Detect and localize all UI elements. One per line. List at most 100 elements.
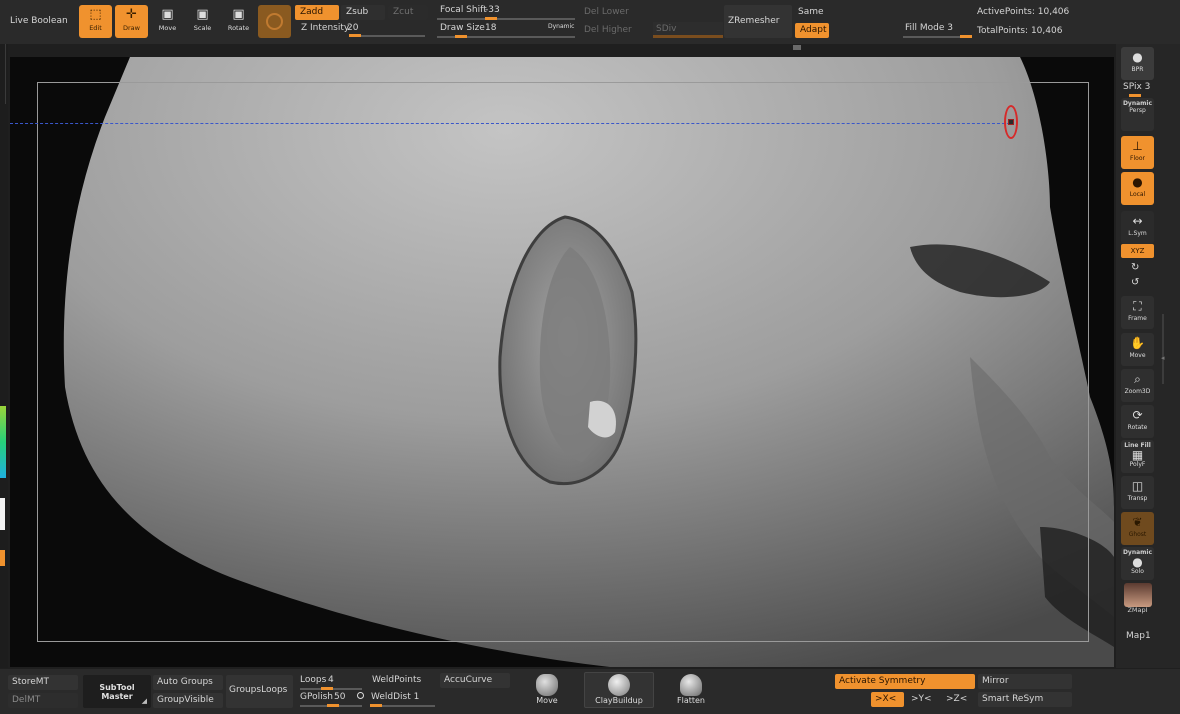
gpolish-value: 50 [334,692,346,702]
auto-groups-button[interactable]: Auto Groups [153,675,223,690]
zsub-button[interactable]: Zsub [341,5,385,20]
focal-shift-knob[interactable] [485,17,497,20]
left-tray [0,44,8,668]
flatten-brush-label: Flatten [677,696,705,705]
weld-dist-slider[interactable]: WeldDist 1 [368,690,438,707]
persp-dynamic-label: Dynamic [1122,100,1153,107]
axis-z-button[interactable]: >Z< [942,692,975,707]
sdiv-slider[interactable]: SDiv [653,22,723,38]
rotate-icon: ▣ [232,7,245,22]
xyz-button[interactable]: XYZ [1121,244,1154,258]
zcut-button[interactable]: Zcut [388,5,428,20]
subtool-master-corner-icon: ◢ [141,697,147,705]
move-icon: ▣ [161,7,174,22]
solo-button[interactable]: Dynamic ● Solo [1121,547,1154,580]
draw-size-knob[interactable] [455,35,467,38]
zoom3d-button[interactable]: ⌕ Zoom3D [1121,369,1154,402]
move-button[interactable]: ▣ Move [151,5,184,38]
del-lower-button[interactable]: Del Lower [584,7,629,17]
rotate-axis-alt-icon[interactable]: ↺ [1131,277,1139,288]
zremesher-label: ZRemesher [728,16,780,26]
scale-label: Scale [193,24,212,32]
axis-x-button[interactable]: >X< [871,692,904,707]
same-button[interactable]: Same [798,7,824,17]
move-brush-button[interactable]: Move [524,671,570,711]
move-brush-icon [536,674,558,696]
edit-button[interactable]: ⬚ Edit [79,5,112,38]
gpolish-slider[interactable]: GPolish 50 [297,690,367,707]
groups-loops-button[interactable]: GroupsLoops [226,675,293,708]
fill-mode-knob[interactable] [960,35,972,38]
frame-icon: ⛶ [1133,299,1142,313]
lsym-button[interactable]: ↔ L.Sym [1121,211,1154,244]
spix-knob[interactable] [1129,94,1141,97]
delmt-button[interactable]: DelMT [8,693,78,708]
color-picker-strip[interactable] [0,406,6,478]
fill-mode-slider[interactable]: Fill Mode 3 [905,23,953,33]
smart-resym-button[interactable]: Smart ReSym [978,692,1072,707]
zmapper-thumbnail[interactable] [1124,583,1152,607]
main-color-swatch[interactable] [0,498,5,530]
zadd-button[interactable]: Zadd [295,5,339,20]
toolbar-scroll-handle[interactable] [793,45,801,50]
weld-points-button[interactable]: WeldPoints [368,673,436,688]
storemt-button[interactable]: StoreMT [8,675,78,690]
dynamic-toggle[interactable]: Dynamic [548,23,574,30]
groups-loops-label: GroupsLoops [229,685,288,695]
flatten-brush-button[interactable]: Flatten [668,671,714,711]
scale-button[interactable]: ▣ Scale [186,5,219,38]
subtool-master-button[interactable]: SubTool Master ◢ [83,675,151,708]
canvas-viewport[interactable] [10,57,1114,667]
focal-shift-value: -33 [485,5,500,15]
shelf-scrollbar[interactable] [1162,314,1164,384]
z-intensity-knob[interactable] [349,34,361,37]
group-visible-button[interactable]: GroupVisible [153,693,223,708]
bpr-button[interactable]: ● BPR [1121,47,1154,80]
map1-button[interactable]: Map1 [1126,631,1151,641]
sdiv-label: SDiv [656,24,677,34]
rotate-view-icon: ⟳ [1132,408,1143,422]
loops-slider[interactable]: Loops 4 [297,673,365,690]
rotate-label: Rotate [227,24,250,32]
draw-button[interactable]: ✛ Draw [115,5,148,38]
collapse-arrow-icon[interactable]: ◂ [1161,354,1165,362]
accucurve-button[interactable]: AccuCurve [440,673,510,688]
persp-button[interactable]: Dynamic Persp [1121,98,1154,131]
local-label: Local [1129,191,1146,198]
draw-size-slider[interactable]: Draw Size 18 Dynamic [437,22,577,38]
del-higher-button[interactable]: Del Higher [584,25,632,35]
axis-y-button[interactable]: >Y< [907,692,940,707]
edit-icon: ⬚ [89,7,102,22]
transp-button[interactable]: ◫ Transp [1121,476,1154,509]
grid-icon: ▦ [1131,448,1144,462]
polyf-label: PolyF [1129,461,1146,468]
polyf-button[interactable]: Line Fill ▦ PolyF [1121,440,1154,473]
frame-button[interactable]: ⛶ Frame [1121,296,1154,329]
claybuildup-brush-label: ClayBuildup [595,696,643,705]
rotate-button[interactable]: ▣ Rotate [222,5,255,38]
z-intensity-slider[interactable]: Z Intensity 20 [295,22,428,38]
spix-slider[interactable]: SPix 3 [1123,82,1150,92]
adapt-button[interactable]: Adapt [795,23,829,38]
bottom-toolbar: StoreMT DelMT SubTool Master ◢ Auto Grou… [0,669,1180,714]
move-view-button[interactable]: ✋ Move [1121,333,1154,366]
gpolish-circle-icon[interactable] [357,692,364,699]
z-intensity-label: Z Intensity [301,23,350,33]
mirror-button[interactable]: Mirror [978,674,1072,689]
ghost-button[interactable]: ❦ Ghost [1121,512,1154,545]
z-intensity-track [350,35,425,37]
claybuildup-brush-button[interactable]: ClayBuildup [584,672,654,708]
live-boolean-button[interactable]: Live Boolean [10,16,68,26]
document-frame [37,82,1089,642]
z-intensity-value: 20 [347,23,359,33]
zremesher-button[interactable]: ZRemesher [724,5,792,38]
floor-button[interactable]: ⊥ Floor [1121,136,1154,169]
rgb-material-button[interactable] [258,5,291,38]
focal-shift-slider[interactable]: Focal Shift -33 [437,4,577,20]
gpolish-knob[interactable] [327,704,339,707]
rotate-view-button[interactable]: ⟳ Rotate [1121,405,1154,438]
rotate-axis-icon[interactable]: ↻ [1131,262,1139,273]
activate-symmetry-button[interactable]: Activate Symmetry [835,674,975,689]
weld-dist-knob[interactable] [370,704,382,707]
local-button[interactable]: ● Local [1121,172,1154,205]
